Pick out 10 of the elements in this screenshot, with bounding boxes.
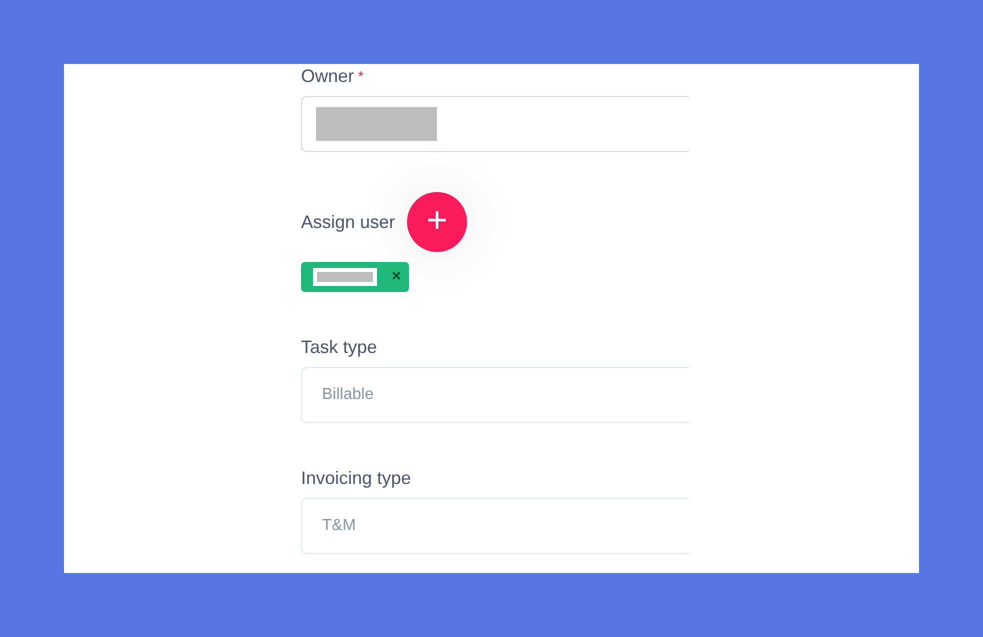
required-mark: * [358, 68, 364, 84]
select-field[interactable]: Billable [301, 367, 689, 423]
field-label: Assign user [301, 211, 396, 233]
remove-button[interactable]: × [392, 268, 401, 286]
field-label: Task type [301, 336, 378, 358]
field-label: Owner * [301, 65, 364, 87]
field-label: Invoicing type [301, 467, 412, 489]
select-field[interactable] [301, 96, 689, 152]
select-field[interactable]: T&M [301, 498, 689, 554]
add-user-button[interactable]: + [407, 192, 468, 252]
